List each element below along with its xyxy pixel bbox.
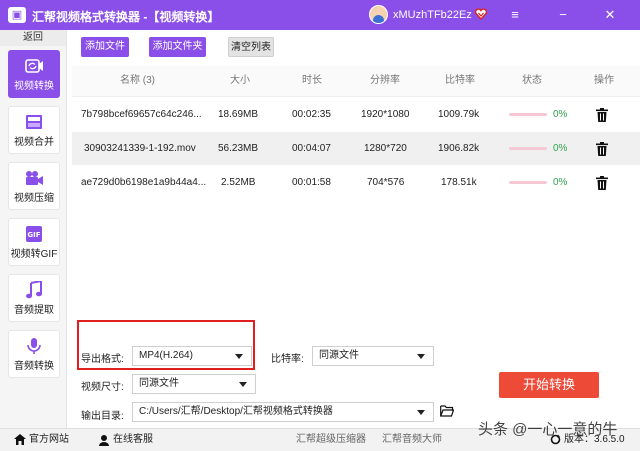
- online-support-link[interactable]: 在线客服: [113, 429, 153, 451]
- sidebar-item-video-compress[interactable]: 视频压缩: [8, 162, 60, 210]
- bitrate-select[interactable]: 同源文件: [312, 346, 434, 366]
- size-value: 同源文件: [139, 378, 179, 389]
- header-bitrate[interactable]: 比特率: [445, 66, 475, 96]
- folder-open-icon[interactable]: [440, 405, 454, 417]
- app-title: 汇帮视频格式转换器 -【视频转换】: [32, 10, 220, 24]
- back-button[interactable]: 返回: [0, 30, 66, 46]
- header-duration[interactable]: 时长: [302, 66, 322, 96]
- progress-percent: 0%: [553, 177, 568, 188]
- size-label: 视频尺寸:: [81, 382, 124, 393]
- header-resolution[interactable]: 分辨率: [370, 66, 400, 96]
- microphone-icon: [27, 338, 41, 354]
- title-bar: ▣ 汇帮视频格式转换器 -【视频转换】 xMUzhTFb22Ez ≡ − ✕: [0, 0, 640, 30]
- sidebar-item-audio-convert[interactable]: 音频转换: [8, 330, 60, 378]
- gif-icon: GIF: [26, 226, 42, 242]
- video-compress-icon: [26, 171, 43, 185]
- progress-percent: 0%: [553, 143, 568, 154]
- progress-bar: [509, 181, 547, 184]
- sidebar-item-video-convert[interactable]: 视频转换: [8, 50, 60, 98]
- super-compressor-link[interactable]: 汇帮超级压缩器: [296, 429, 366, 451]
- file-resolution: 704*576: [367, 177, 405, 188]
- progress-percent: 0%: [553, 109, 568, 120]
- table-row[interactable]: ae729d0b6198e1a9b44a4... 2.52MB 00:01:58…: [72, 166, 640, 199]
- trash-icon[interactable]: [596, 142, 608, 156]
- file-bitrate: 178.51k: [441, 177, 477, 188]
- format-label: 导出格式:: [81, 354, 124, 365]
- minimize-icon[interactable]: −: [553, 6, 573, 24]
- chevron-down-icon: [417, 410, 425, 415]
- chevron-down-icon: [239, 382, 247, 387]
- table-row[interactable]: 7b798bcef69657c64c246... 18.69MB 00:02:3…: [72, 98, 640, 131]
- video-convert-icon: [25, 59, 43, 73]
- table-header: 名称 (3) 大小 时长 分辨率 比特率 状态 操作: [72, 66, 640, 97]
- output-dir-value: C:/Users/汇帮/Desktop/汇帮视频格式转换器: [139, 406, 333, 417]
- sidebar-item-label: 音频提取: [14, 305, 54, 316]
- sidebar-item-audio-extract[interactable]: 音频提取: [8, 274, 60, 322]
- add-file-button[interactable]: 添加文件: [81, 37, 129, 57]
- header-name[interactable]: 名称 (3): [120, 66, 155, 96]
- vip-heart-icon[interactable]: [475, 8, 487, 20]
- watermark-text: 头条 @一心一意的牛: [478, 421, 618, 438]
- file-bitrate: 1906.82k: [438, 143, 480, 154]
- video-merge-icon: [26, 115, 42, 129]
- file-resolution: 1280*720: [364, 143, 407, 154]
- sidebar-item-label: 音频转换: [14, 361, 54, 372]
- file-size: 56.23MB: [218, 143, 259, 154]
- audio-master-link[interactable]: 汇帮音频大师: [382, 429, 442, 451]
- header-action: 操作: [594, 75, 614, 86]
- sidebar-item-video-merge[interactable]: 视频合并: [8, 106, 60, 154]
- progress-bar: [509, 113, 547, 116]
- file-duration: 00:01:58: [292, 177, 331, 188]
- trash-icon[interactable]: [596, 176, 608, 190]
- app-logo-icon: ▣: [8, 7, 26, 23]
- bitrate-value: 同源文件: [319, 350, 359, 361]
- music-note-icon: [26, 281, 42, 299]
- sidebar-item-label: 视频合并: [14, 137, 54, 148]
- username[interactable]: xMUzhTFb22Ez: [393, 9, 472, 21]
- format-select[interactable]: MP4(H.264): [132, 346, 252, 366]
- bitrate-label: 比特率:: [271, 354, 304, 365]
- trash-icon[interactable]: [596, 108, 608, 122]
- avatar[interactable]: [369, 5, 388, 24]
- file-resolution: 1920*1080: [361, 109, 410, 120]
- svg-text:GIF: GIF: [27, 231, 40, 239]
- sidebar-item-label: 视频转换: [14, 81, 54, 92]
- official-website-link[interactable]: 官方网站: [29, 429, 69, 451]
- sidebar-item-label: 视频转GIF: [10, 249, 58, 260]
- chevron-down-icon: [235, 354, 243, 359]
- output-dir-label: 输出目录:: [81, 411, 124, 422]
- file-name: ae729d0b6198e1a9b44a4...: [81, 177, 207, 188]
- output-dir-select[interactable]: C:/Users/汇帮/Desktop/汇帮视频格式转换器: [132, 402, 434, 422]
- size-select[interactable]: 同源文件: [132, 374, 256, 394]
- file-bitrate: 1009.79k: [438, 109, 480, 120]
- progress-bar: [509, 147, 547, 150]
- home-icon: [14, 434, 26, 445]
- menu-icon[interactable]: ≡: [505, 6, 525, 24]
- file-duration: 00:04:07: [292, 143, 331, 154]
- file-name: 30903241339-1-192.mov: [84, 143, 196, 154]
- start-convert-button[interactable]: 开始转换: [499, 372, 599, 398]
- close-icon[interactable]: ✕: [600, 6, 620, 24]
- file-size: 2.52MB: [221, 177, 256, 188]
- chevron-down-icon: [417, 354, 425, 359]
- sidebar-item-label: 视频压缩: [14, 193, 54, 204]
- clear-list-button[interactable]: 清空列表: [228, 37, 274, 57]
- add-folder-button[interactable]: 添加文件夹: [149, 37, 206, 57]
- header-size[interactable]: 大小: [230, 66, 250, 96]
- file-size: 18.69MB: [218, 109, 259, 120]
- file-name: 7b798bcef69657c64c246...: [81, 109, 202, 120]
- sidebar-item-video-gif[interactable]: GIF 视频转GIF: [8, 218, 60, 266]
- format-value: MP4(H.264): [139, 350, 193, 361]
- header-status: 状态: [522, 75, 542, 86]
- file-duration: 00:02:35: [292, 109, 331, 120]
- table-row[interactable]: 30903241339-1-192.mov 56.23MB 00:04:07 1…: [72, 132, 640, 165]
- headset-icon: [99, 435, 109, 446]
